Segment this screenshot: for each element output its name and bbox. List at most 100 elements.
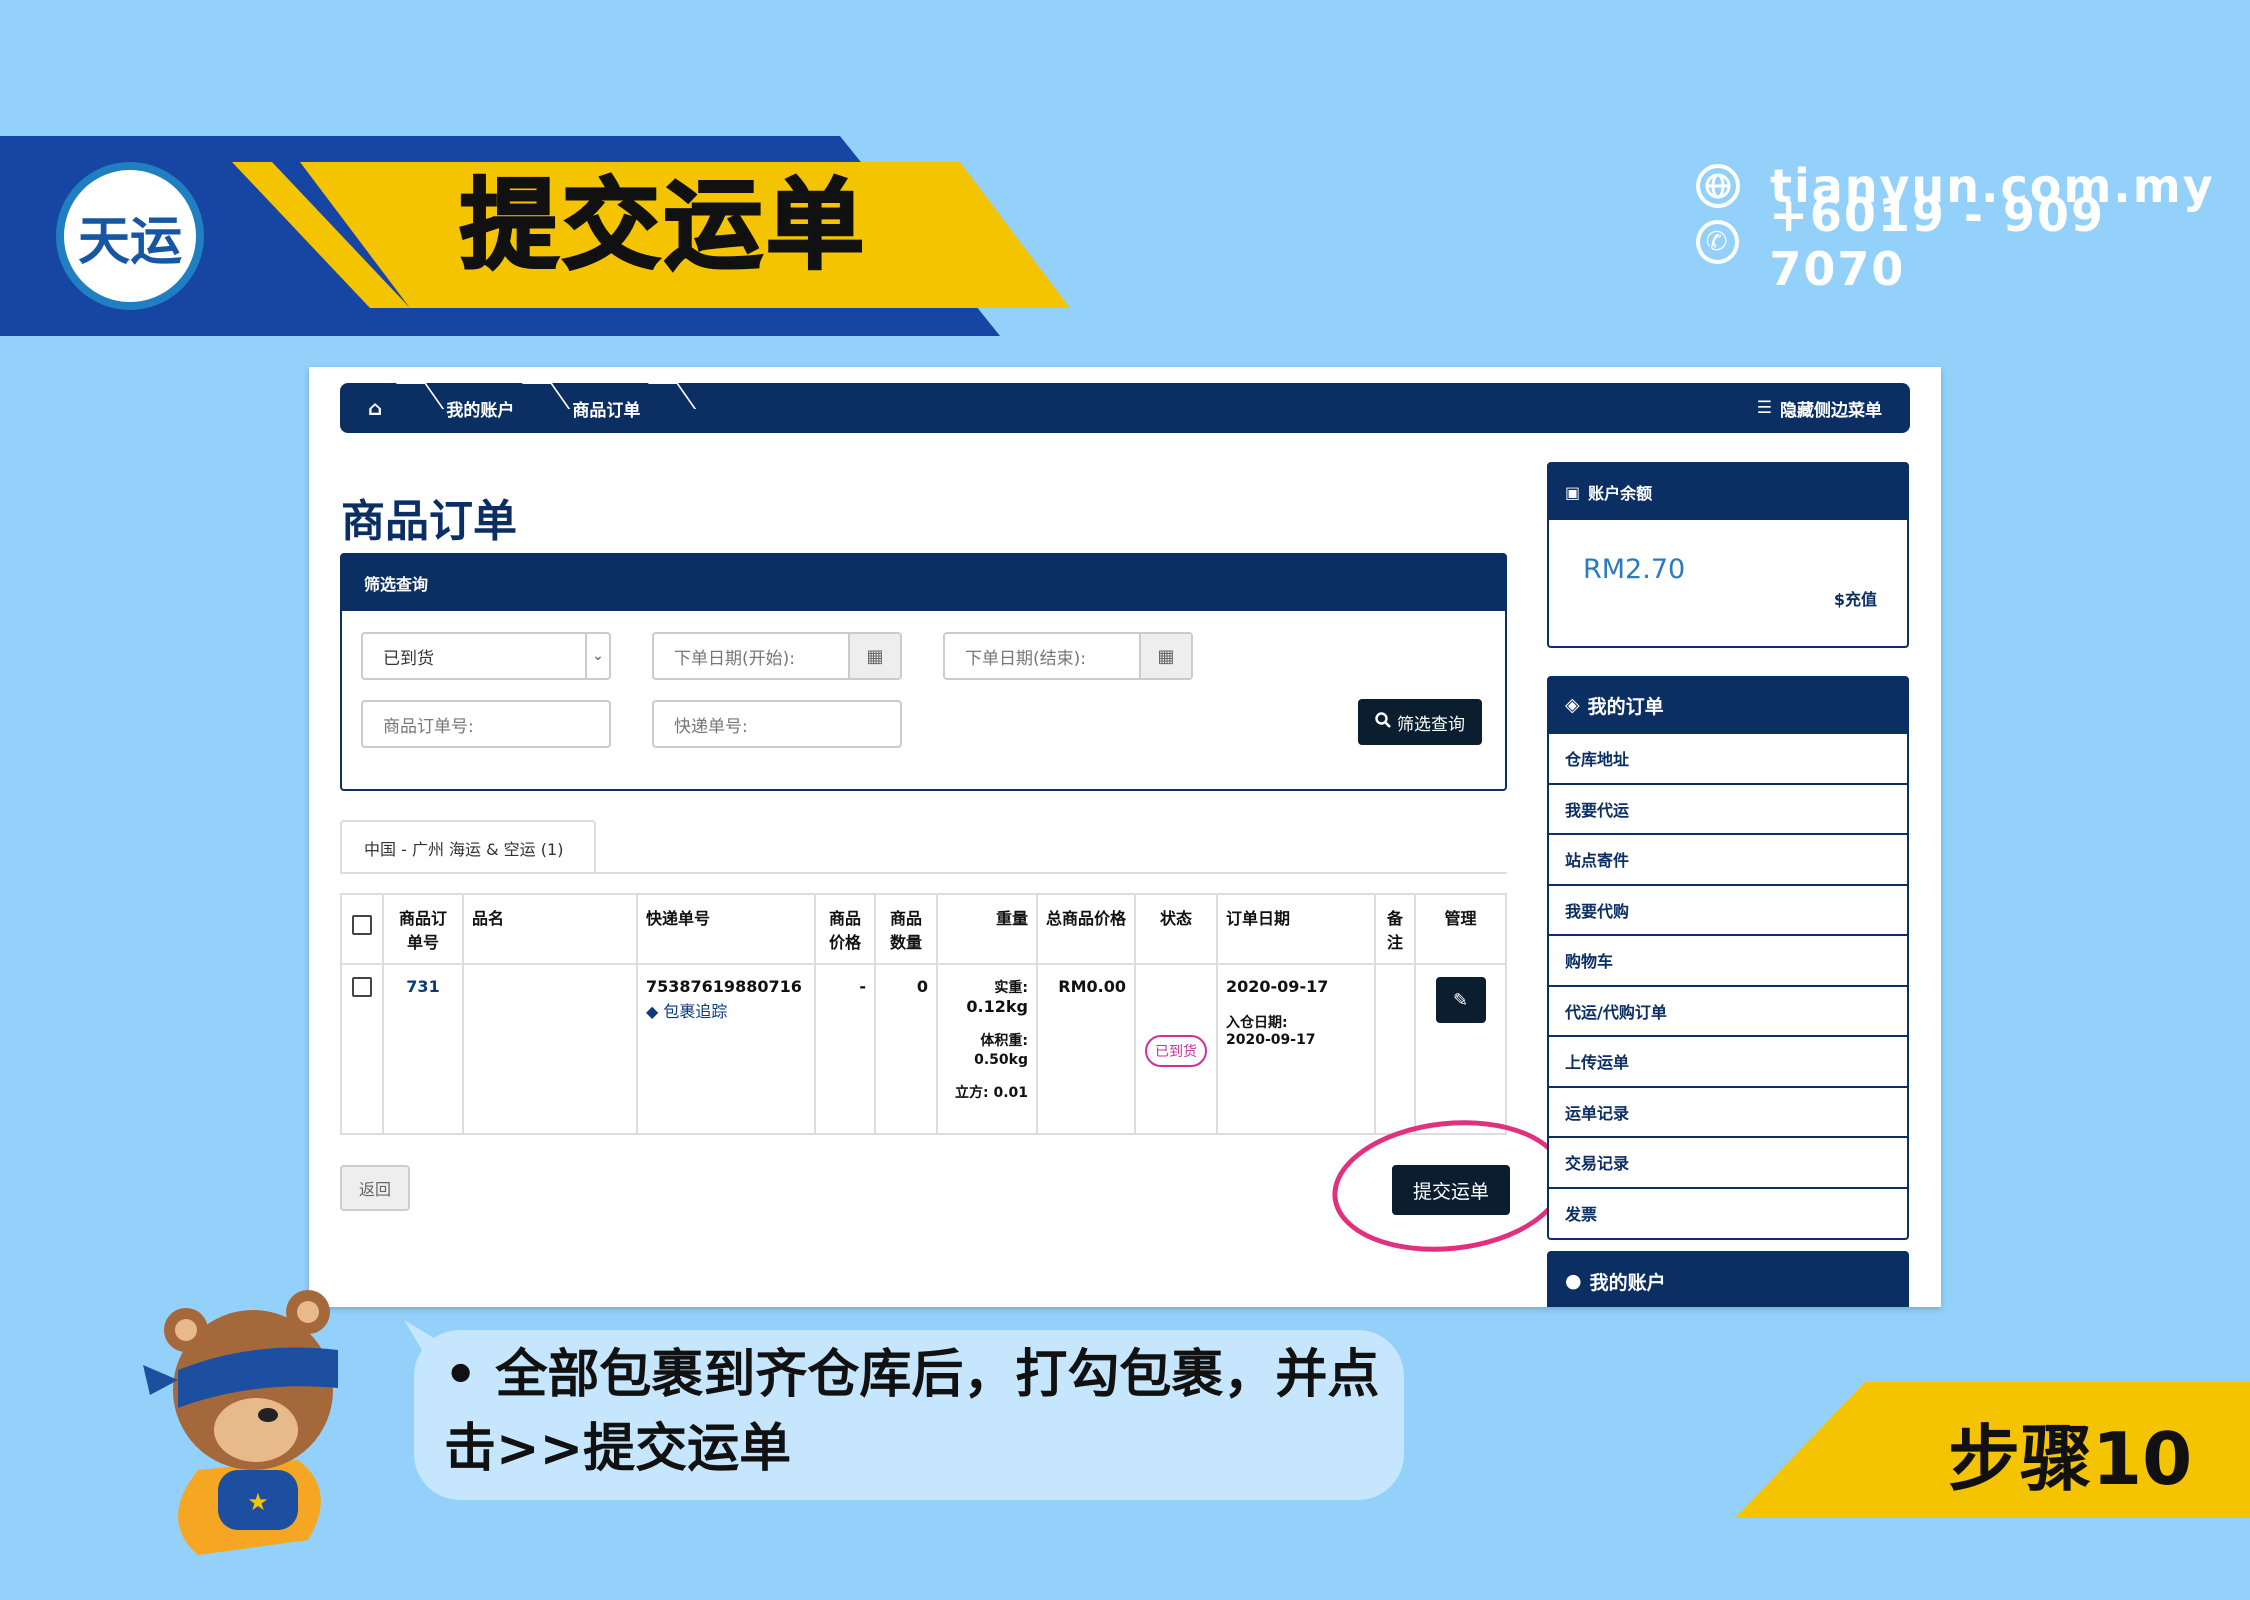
header-note: 备注 [1374,893,1416,965]
submit-waybill-button[interactable]: 提交运单 [1392,1165,1510,1215]
weight-cell: 实重: 0.12kg 体积重: 0.50kg 立方: 0.01 [936,963,1038,1135]
tab-divider [340,872,1507,874]
tianyun-logo: 天运 [56,162,204,310]
row-select-cell [340,963,384,1135]
pencil-icon: ✎ [1452,989,1469,1011]
row-checkbox[interactable] [352,977,372,997]
order-no-cell: 731 [382,963,464,1135]
order-number-link[interactable]: 731 [406,977,439,996]
my-account-card[interactable]: ● 我的账户 [1547,1251,1909,1307]
breadcrumb-product-orders[interactable]: 商品订单 [538,383,664,433]
order-date-cell: 2020-09-17 入仓日期: 2020-09-17 [1216,963,1376,1135]
total-price-cell: RM0.00 [1036,963,1136,1135]
tracking-number-input[interactable]: 快递单号: [652,700,902,748]
menu-indent-icon: ☰ [1756,398,1772,418]
edit-button[interactable]: ✎ [1435,977,1486,1023]
chevron-down-icon: ⌄ [585,634,609,678]
note-cell [1374,963,1416,1135]
tracking-cell: 75387619880716 ◆ 包裹追踪 [636,963,816,1135]
name-cell [462,963,638,1135]
sidebar-item-ship-for-me[interactable]: 我要代运 [1549,782,1907,834]
breadcrumb-home[interactable]: ⌂ [340,383,412,433]
calendar-icon[interactable]: ▦ [1139,634,1191,678]
header-total-price: 总商品价格 [1036,893,1136,965]
contact-info: tianyun.com.my ✆ +6019 - 909 7070 [1696,158,2250,296]
header-price: 商品价格 [814,893,876,965]
order-number-input[interactable]: 商品订单号: [361,700,611,748]
my-orders-heading: ◈ 我的订单 [1549,678,1907,732]
select-all-cell [340,893,384,965]
balance-card: ▣ 账户余额 RM2.70 $充值 [1547,462,1909,648]
bear-mascot: ★ [138,1270,378,1560]
sidebar-item-buy-for-me[interactable]: 我要代购 [1549,883,1907,935]
manage-cell: ✎ [1414,963,1507,1135]
status-badge: 已到货 [1145,1035,1207,1067]
filter-heading: 筛选查询 [342,555,1505,611]
sidebar-item-orders[interactable]: 代运/代购订单 [1549,984,1907,1036]
actual-weight-label: 实重: [994,980,1028,996]
header-status: 状态 [1134,893,1218,965]
hide-sidebar-toggle[interactable]: ☰ 隐藏侧边菜单 [1757,383,1882,433]
header-order-no: 商品订单号 [382,893,464,965]
website-screenshot-panel: ⌂ 我的账户 商品订单 ☰ 隐藏侧边菜单 商品订单 筛选查询 已到货 ⌄ 下单日… [309,367,1941,1307]
logo-text: 天运 [77,210,182,272]
price-cell: - [814,963,876,1135]
sidebar-item-station-send[interactable]: 站点寄件 [1549,833,1907,884]
cube-icon: ◆ [646,1002,659,1021]
banner-title: 提交运单 [458,168,869,285]
order-date: 2020-09-17 [1226,977,1329,996]
money-icon: ▣ [1565,482,1581,502]
header-name: 品名 [462,893,638,965]
select-all-checkbox[interactable] [352,915,372,935]
tracking-number: 75387619880716 [646,977,802,996]
my-account-heading: ● 我的账户 [1549,1253,1907,1307]
breadcrumb: ⌂ 我的账户 商品订单 ☰ 隐藏侧边菜单 [340,383,1910,433]
qty-cell: 0 [874,963,938,1135]
search-icon [1375,711,1391,733]
volume-weight-value: 0.50kg [974,1052,1028,1068]
header-tracking-no: 快递单号 [636,893,816,965]
svg-text:★: ★ [247,1488,269,1516]
sidebar-item-transactions[interactable]: 交易记录 [1549,1136,1907,1187]
sidebar-item-warehouse-address[interactable]: 仓库地址 [1549,732,1907,783]
status-select[interactable]: 已到货 ⌄ [361,632,611,680]
globe-icon [1696,164,1740,208]
status-cell: 已到货 [1134,963,1218,1135]
page-title: 商品订单 [341,496,517,547]
step-label: 步骤10 [1948,1417,2193,1501]
sidebar-item-cart[interactable]: 购物车 [1549,934,1907,985]
header-qty: 商品数量 [874,893,938,965]
whatsapp-icon: ✆ [1696,220,1740,264]
actual-weight-value: 0.12kg [966,997,1028,1016]
my-orders-card: ◈ 我的订单 仓库地址 我要代运 站点寄件 我要代购 购物车 代运/代购订单 上… [1547,676,1909,1240]
header-manage: 管理 [1414,893,1507,965]
table-row: 731 75387619880716 ◆ 包裹追踪 - 0 实重: 0.12kg… [340,963,1507,1135]
sidebar-item-invoice[interactable]: 发票 [1549,1186,1907,1238]
user-icon: ● [1565,1270,1582,1292]
date-start-input[interactable]: 下单日期(开始): ▦ [652,632,902,680]
sidebar-item-upload-waybill[interactable]: 上传运单 [1549,1035,1907,1086]
header-order-date: 订单日期 [1216,893,1376,965]
tab-guangzhou-shipping[interactable]: 中国 - 广州 海运 & 空运 (1) [340,820,596,874]
phone-text: +6019 - 909 7070 [1769,188,2106,296]
header-weight: 重量 [936,893,1038,965]
date-end-input[interactable]: 下单日期(结束): ▦ [943,632,1193,680]
recharge-link[interactable]: $充值 [1834,586,1877,610]
table-header-row: 商品订单号 品名 快递单号 商品价格 商品数量 重量 总商品价格 状态 订单日期… [340,893,1507,965]
cube-icon: ◈ [1565,694,1580,716]
in-warehouse-date: 入仓日期: 2020-09-17 [1226,1015,1316,1048]
cubic-row: 立方: 0.01 [954,1085,1028,1101]
breadcrumb-my-account[interactable]: 我的账户 [412,383,538,433]
instruction-text: • 全部包裹到齐仓库后，打勾包裹，并点击>>提交运单 [444,1345,1380,1479]
phone-row: ✆ +6019 - 909 7070 [1696,188,2250,296]
volume-weight-label: 体积重: [980,1033,1028,1049]
calendar-icon[interactable]: ▦ [848,634,900,678]
orders-table: 商品订单号 品名 快递单号 商品价格 商品数量 重量 总商品价格 状态 订单日期… [340,893,1507,1135]
sidebar-item-waybill-records[interactable]: 运单记录 [1549,1085,1907,1137]
filter-search-button[interactable]: 筛选查询 [1358,699,1482,745]
balance-value: RM2.70 [1583,554,1686,585]
package-tracking-link[interactable]: ◆ 包裹追踪 [646,998,806,1022]
back-button[interactable]: 返回 [340,1165,410,1211]
home-icon: ⌂ [368,396,383,420]
balance-heading: ▣ 账户余额 [1549,464,1907,520]
